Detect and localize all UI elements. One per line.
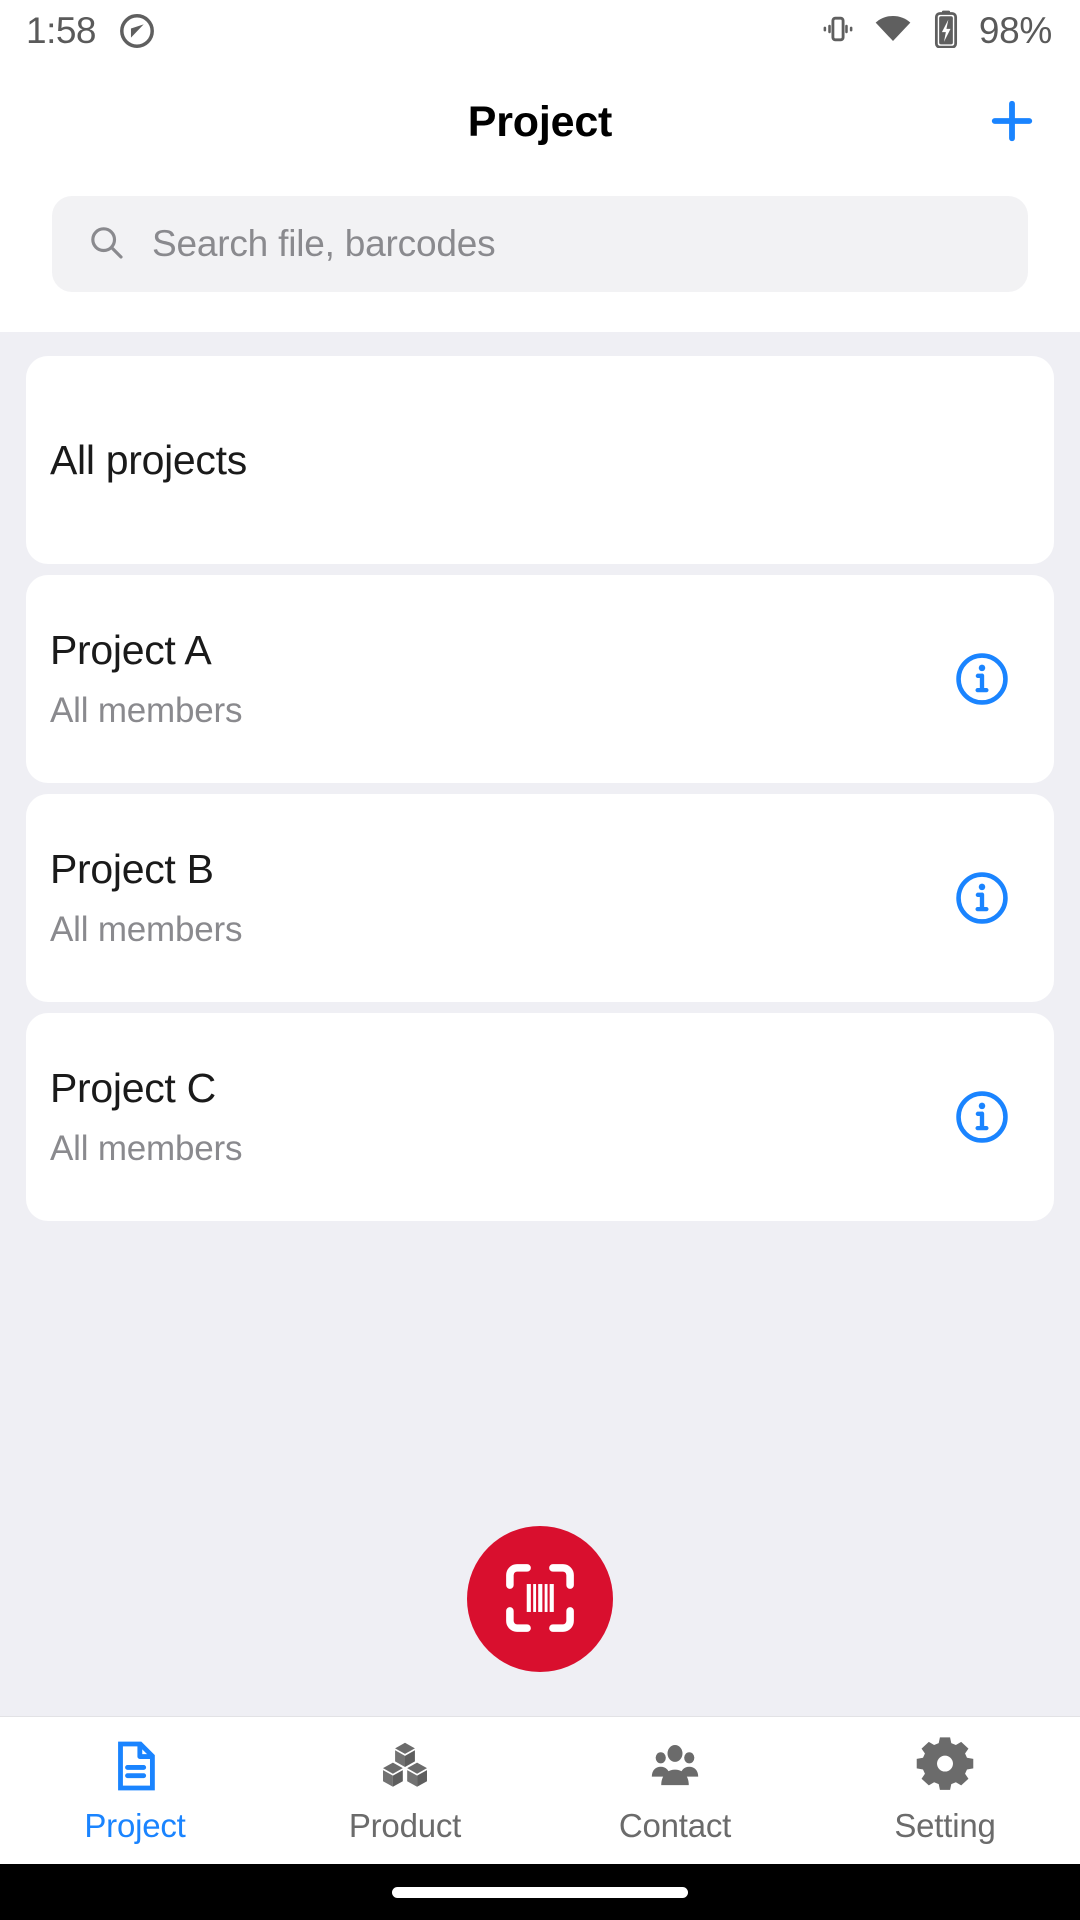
vibrate-icon [820,11,856,52]
status-bar-time: 1:58 [26,10,97,51]
card-text-block: Project B All members [50,846,243,949]
project-list-container: All projects Project A All members Proje… [0,332,1080,1716]
card-text-block: Project C All members [50,1065,243,1168]
list-item-title: Project C [50,1065,216,1111]
tab-product[interactable]: Product [270,1717,540,1864]
search-input[interactable]: Search file, barcodes [52,196,1028,292]
info-circle-icon[interactable] [952,868,1012,928]
card-text-block: Project A All members [50,627,243,730]
list-item-subtitle: All members [50,691,243,730]
home-indicator[interactable] [392,1886,688,1898]
list-item-title: Project A [50,627,212,673]
tab-setting[interactable]: Setting [810,1717,1080,1864]
tab-label: Product [348,1806,462,1844]
list-item-all-projects[interactable]: All projects [26,356,1054,564]
status-bar-right-icons: 98% [820,9,1052,54]
info-circle-icon[interactable] [952,649,1012,709]
tab-label: Project [84,1806,186,1844]
card-text-block: All projects [50,436,247,483]
search-icon [86,222,126,267]
data-saver-icon [118,12,156,50]
scan-button-container [0,1526,1080,1672]
list-item-title: All projects [50,436,247,483]
info-circle-icon[interactable] [952,1087,1012,1147]
status-bar: 1:58 98% [0,0,1080,62]
battery-percent-label: 98% [978,10,1052,51]
system-gesture-bar [0,1864,1080,1920]
tab-label: Setting [894,1806,996,1844]
people-icon [646,1737,704,1795]
page-title: Project [467,97,613,146]
app-root: 1:58 98% Project Search file, barcodes A… [0,0,1080,1920]
boxes-icon [376,1737,434,1795]
tab-project[interactable]: Project [0,1717,270,1864]
add-project-button[interactable] [974,84,1050,160]
barcode-scan-icon [497,1555,583,1644]
tab-label: Contact [618,1806,732,1844]
list-item-title: Project B [50,846,214,892]
list-item-project-b[interactable]: Project B All members [26,794,1054,1002]
app-header: Project [0,62,1080,182]
search-placeholder-text: Search file, barcodes [152,223,496,264]
search-section: Search file, barcodes [0,182,1080,332]
battery-charging-icon [930,10,962,53]
list-item-subtitle: All members [50,910,243,949]
gear-icon [916,1736,974,1795]
plus-icon [984,93,1040,152]
document-icon [106,1737,164,1795]
list-item-project-c[interactable]: Project C All members [26,1013,1054,1221]
list-item-project-a[interactable]: Project A All members [26,575,1054,783]
scan-barcode-button[interactable] [467,1526,613,1672]
tab-contact[interactable]: Contact [540,1717,810,1864]
list-item-subtitle: All members [50,1129,243,1168]
wifi-icon [873,9,913,54]
bottom-navigation: Project Product Contact Setting [0,1716,1080,1864]
